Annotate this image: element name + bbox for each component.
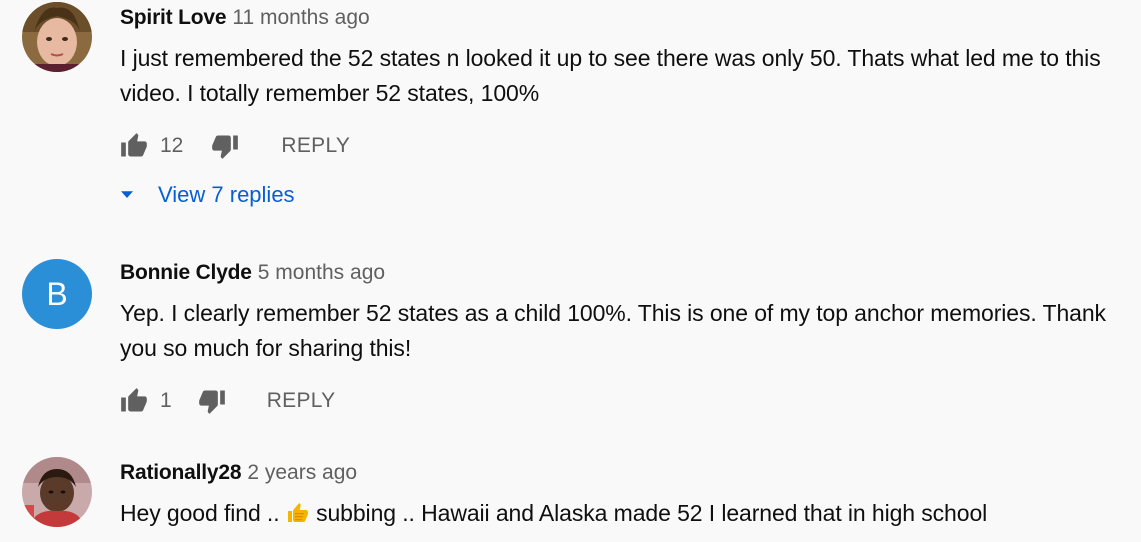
- like-count: 12: [160, 134, 184, 157]
- avatar-letter: B: [46, 276, 68, 312]
- comment-timestamp[interactable]: 2 years ago: [247, 461, 357, 484]
- thumbs-down-icon[interactable]: [198, 387, 226, 415]
- view-replies-button[interactable]: View 7 replies: [118, 180, 295, 210]
- comment-header: Bonnie Clyde 5 months ago: [120, 260, 385, 288]
- reply-button[interactable]: REPLY: [267, 389, 336, 413]
- thumbs-up-icon[interactable]: [120, 387, 148, 415]
- comment-header: Spirit Love 11 months ago: [120, 5, 370, 33]
- avatar[interactable]: [22, 2, 92, 72]
- reply-button[interactable]: REPLY: [281, 134, 350, 158]
- profile-photo-icon: [22, 457, 92, 527]
- author-name[interactable]: Spirit Love: [120, 6, 227, 29]
- comment-text: I just remembered the 52 states n looked…: [120, 45, 1101, 106]
- comments-section: Spirit Love 11 months ago I just remember…: [0, 0, 1141, 542]
- caret-down-icon: [118, 186, 136, 204]
- thumbs-down-icon[interactable]: [211, 132, 239, 160]
- comment-timestamp[interactable]: 11 months ago: [232, 6, 369, 29]
- thumbs-up-emoji-icon: [286, 501, 310, 525]
- profile-photo-icon: [22, 2, 92, 72]
- author-name[interactable]: Rationally28: [120, 461, 242, 484]
- like-count: 1: [160, 389, 172, 412]
- avatar[interactable]: B: [22, 259, 92, 329]
- comment-text: Yep. I clearly remember 52 states as a c…: [120, 300, 1106, 361]
- comment-actions: 1 REPLY: [120, 386, 336, 416]
- comment-header: Rationally28 2 years ago: [120, 460, 357, 488]
- view-replies-label[interactable]: View 7 replies: [158, 182, 295, 208]
- comment-text-part: Hey good find ..: [120, 500, 286, 526]
- comment-text-part: subbing .. Hawaii and Alaska made 52 I l…: [309, 500, 988, 526]
- thumbs-up-icon[interactable]: [120, 132, 148, 160]
- avatar[interactable]: [22, 457, 92, 527]
- comment-timestamp[interactable]: 5 months ago: [258, 261, 385, 284]
- author-name[interactable]: Bonnie Clyde: [120, 261, 252, 284]
- comment-text: Hey good find .. subbing .. Hawaii and A…: [120, 496, 1120, 531]
- comment-actions: 12 REPLY: [120, 131, 350, 161]
